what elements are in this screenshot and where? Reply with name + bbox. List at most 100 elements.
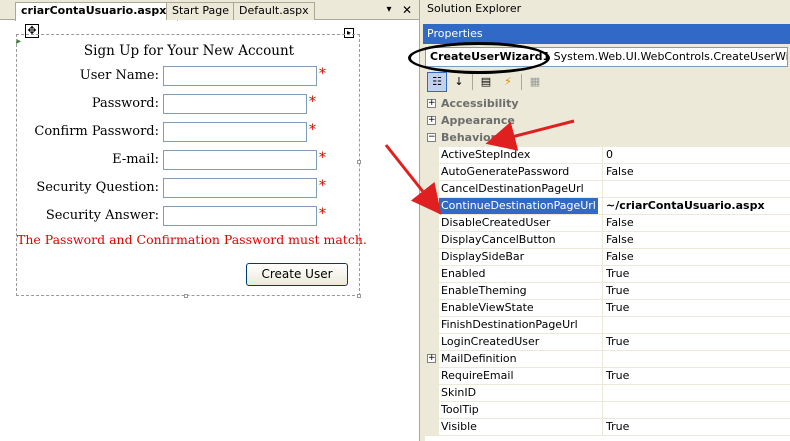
- property-row[interactable]: DisplayCancelButton False: [425, 232, 790, 249]
- property-row[interactable]: CancelDestinationPageUrl: [425, 181, 790, 198]
- grid-margin: [425, 300, 439, 317]
- column-divider: [602, 368, 603, 385]
- column-divider: [602, 147, 603, 164]
- categorized-icon[interactable]: ☷: [427, 72, 447, 92]
- collapse-icon[interactable]: −: [427, 133, 436, 142]
- property-category[interactable]: + Appearance: [425, 113, 790, 130]
- property-row[interactable]: RequireEmail True: [425, 368, 790, 385]
- property-pages-icon[interactable]: ▦: [525, 72, 545, 92]
- property-name: FinishDestinationPageUrl: [441, 318, 578, 331]
- tab-criarcontausuario[interactable]: criarContaUsuario.aspx*: [15, 2, 179, 21]
- property-value[interactable]: False: [606, 232, 634, 248]
- property-value[interactable]: True: [606, 283, 629, 299]
- email-label: E-mail:: [112, 152, 159, 167]
- property-name: RequireEmail: [441, 369, 514, 382]
- property-value[interactable]: False: [606, 215, 634, 231]
- grid-margin: [425, 368, 439, 385]
- create-user-wizard[interactable]: Sign Up for Your New Account User Name: …: [16, 34, 367, 296]
- alphabetical-icon[interactable]: ↓: [449, 72, 469, 92]
- category-name: Appearance: [441, 114, 515, 127]
- property-name: DisableCreatedUser: [441, 216, 551, 229]
- property-row[interactable]: LoginCreatedUser True: [425, 334, 790, 351]
- expand-icon[interactable]: +: [427, 354, 436, 363]
- solution-explorer-tab[interactable]: Solution Explorer: [423, 0, 790, 20]
- expand-icon[interactable]: +: [427, 99, 436, 108]
- property-row[interactable]: + MailDefinition: [425, 351, 790, 368]
- user-name-label: User Name:: [79, 68, 159, 83]
- property-value[interactable]: True: [606, 334, 629, 350]
- close-icon[interactable]: ✕: [400, 3, 414, 17]
- property-value[interactable]: True: [606, 368, 629, 384]
- tab-start-page[interactable]: Start Page: [166, 2, 235, 20]
- property-row[interactable]: SkinID: [425, 385, 790, 402]
- property-value[interactable]: 0: [606, 147, 613, 163]
- property-category[interactable]: + Accessibility: [425, 96, 790, 113]
- tab-default-aspx[interactable]: Default.aspx: [233, 2, 315, 20]
- object-type: System.Web.UI.WebControls.CreateUserWiza…: [550, 50, 788, 63]
- property-row[interactable]: ContinueDestinationPageUrl ~/criarContaUs…: [425, 198, 790, 215]
- password-input[interactable]: [163, 94, 307, 114]
- property-name: ActiveStepIndex: [441, 148, 531, 161]
- column-divider: [602, 215, 603, 232]
- property-name: ToolTip: [441, 403, 479, 416]
- grid-margin: [425, 419, 439, 436]
- property-row[interactable]: EnableViewState True: [425, 300, 790, 317]
- email-input[interactable]: [163, 150, 317, 170]
- column-divider: [602, 249, 603, 266]
- create-user-button[interactable]: Create User: [246, 263, 348, 286]
- security-answer-input[interactable]: [163, 206, 317, 226]
- properties-icon[interactable]: ▤: [476, 72, 496, 92]
- property-row[interactable]: FinishDestinationPageUrl: [425, 317, 790, 334]
- required-marker: *: [319, 178, 326, 194]
- property-value[interactable]: False: [606, 249, 634, 265]
- property-grid: + Accessibility + Appearance − Behavior Active…: [425, 96, 790, 441]
- grid-margin: [425, 402, 439, 419]
- property-value[interactable]: False: [606, 164, 634, 180]
- expand-icon[interactable]: +: [427, 116, 436, 125]
- property-row[interactable]: Enabled True: [425, 266, 790, 283]
- property-name: EnableViewState: [441, 301, 534, 314]
- property-name: SkinID: [441, 386, 477, 399]
- column-divider: [602, 334, 603, 351]
- grid-margin: [425, 317, 439, 334]
- property-row[interactable]: AutoGeneratePassword False: [425, 164, 790, 181]
- property-value[interactable]: ~/criarContaUsuario.aspx: [606, 198, 765, 214]
- property-value[interactable]: True: [606, 266, 629, 282]
- property-row[interactable]: DisplaySideBar False: [425, 249, 790, 266]
- user-name-input[interactable]: [163, 66, 317, 86]
- resize-handle-corner[interactable]: [357, 294, 361, 298]
- property-name: Enabled: [441, 267, 486, 280]
- property-row[interactable]: EnableTheming True: [425, 283, 790, 300]
- property-value[interactable]: True: [606, 419, 629, 435]
- tab-dropdown-icon[interactable]: ▾: [382, 3, 396, 17]
- toolbar-separator: [472, 74, 473, 90]
- column-divider: [602, 198, 603, 215]
- required-marker: *: [319, 66, 326, 82]
- properties-title: Properties: [423, 24, 790, 44]
- property-value[interactable]: True: [606, 300, 629, 316]
- required-marker: *: [319, 150, 326, 166]
- property-row[interactable]: DisableCreatedUser False: [425, 215, 790, 232]
- grid-margin: [425, 232, 439, 249]
- column-divider: [602, 164, 603, 181]
- property-row[interactable]: ActiveStepIndex 0: [425, 147, 790, 164]
- property-category[interactable]: − Behavior: [425, 130, 790, 147]
- column-divider: [602, 385, 603, 402]
- security-question-label: Security Question:: [36, 180, 159, 195]
- grid-margin: [425, 385, 439, 402]
- property-row[interactable]: ToolTip: [425, 402, 790, 419]
- required-marker: *: [319, 206, 326, 222]
- resize-handle-bottom[interactable]: [184, 294, 188, 298]
- security-question-input[interactable]: [163, 178, 317, 198]
- security-answer-label: Security Answer:: [45, 208, 159, 223]
- property-row[interactable]: Visible True: [425, 419, 790, 436]
- required-marker: *: [309, 122, 316, 138]
- property-name: CancelDestinationPageUrl: [441, 182, 584, 195]
- category-name: Behavior: [441, 131, 497, 144]
- property-name: DisplayCancelButton: [441, 233, 556, 246]
- confirm-password-input[interactable]: [163, 122, 307, 142]
- property-name: MailDefinition: [441, 352, 517, 365]
- events-icon[interactable]: ⚡: [498, 72, 518, 92]
- category-name: Accessibility: [441, 97, 519, 110]
- resize-handle-right[interactable]: [357, 160, 361, 164]
